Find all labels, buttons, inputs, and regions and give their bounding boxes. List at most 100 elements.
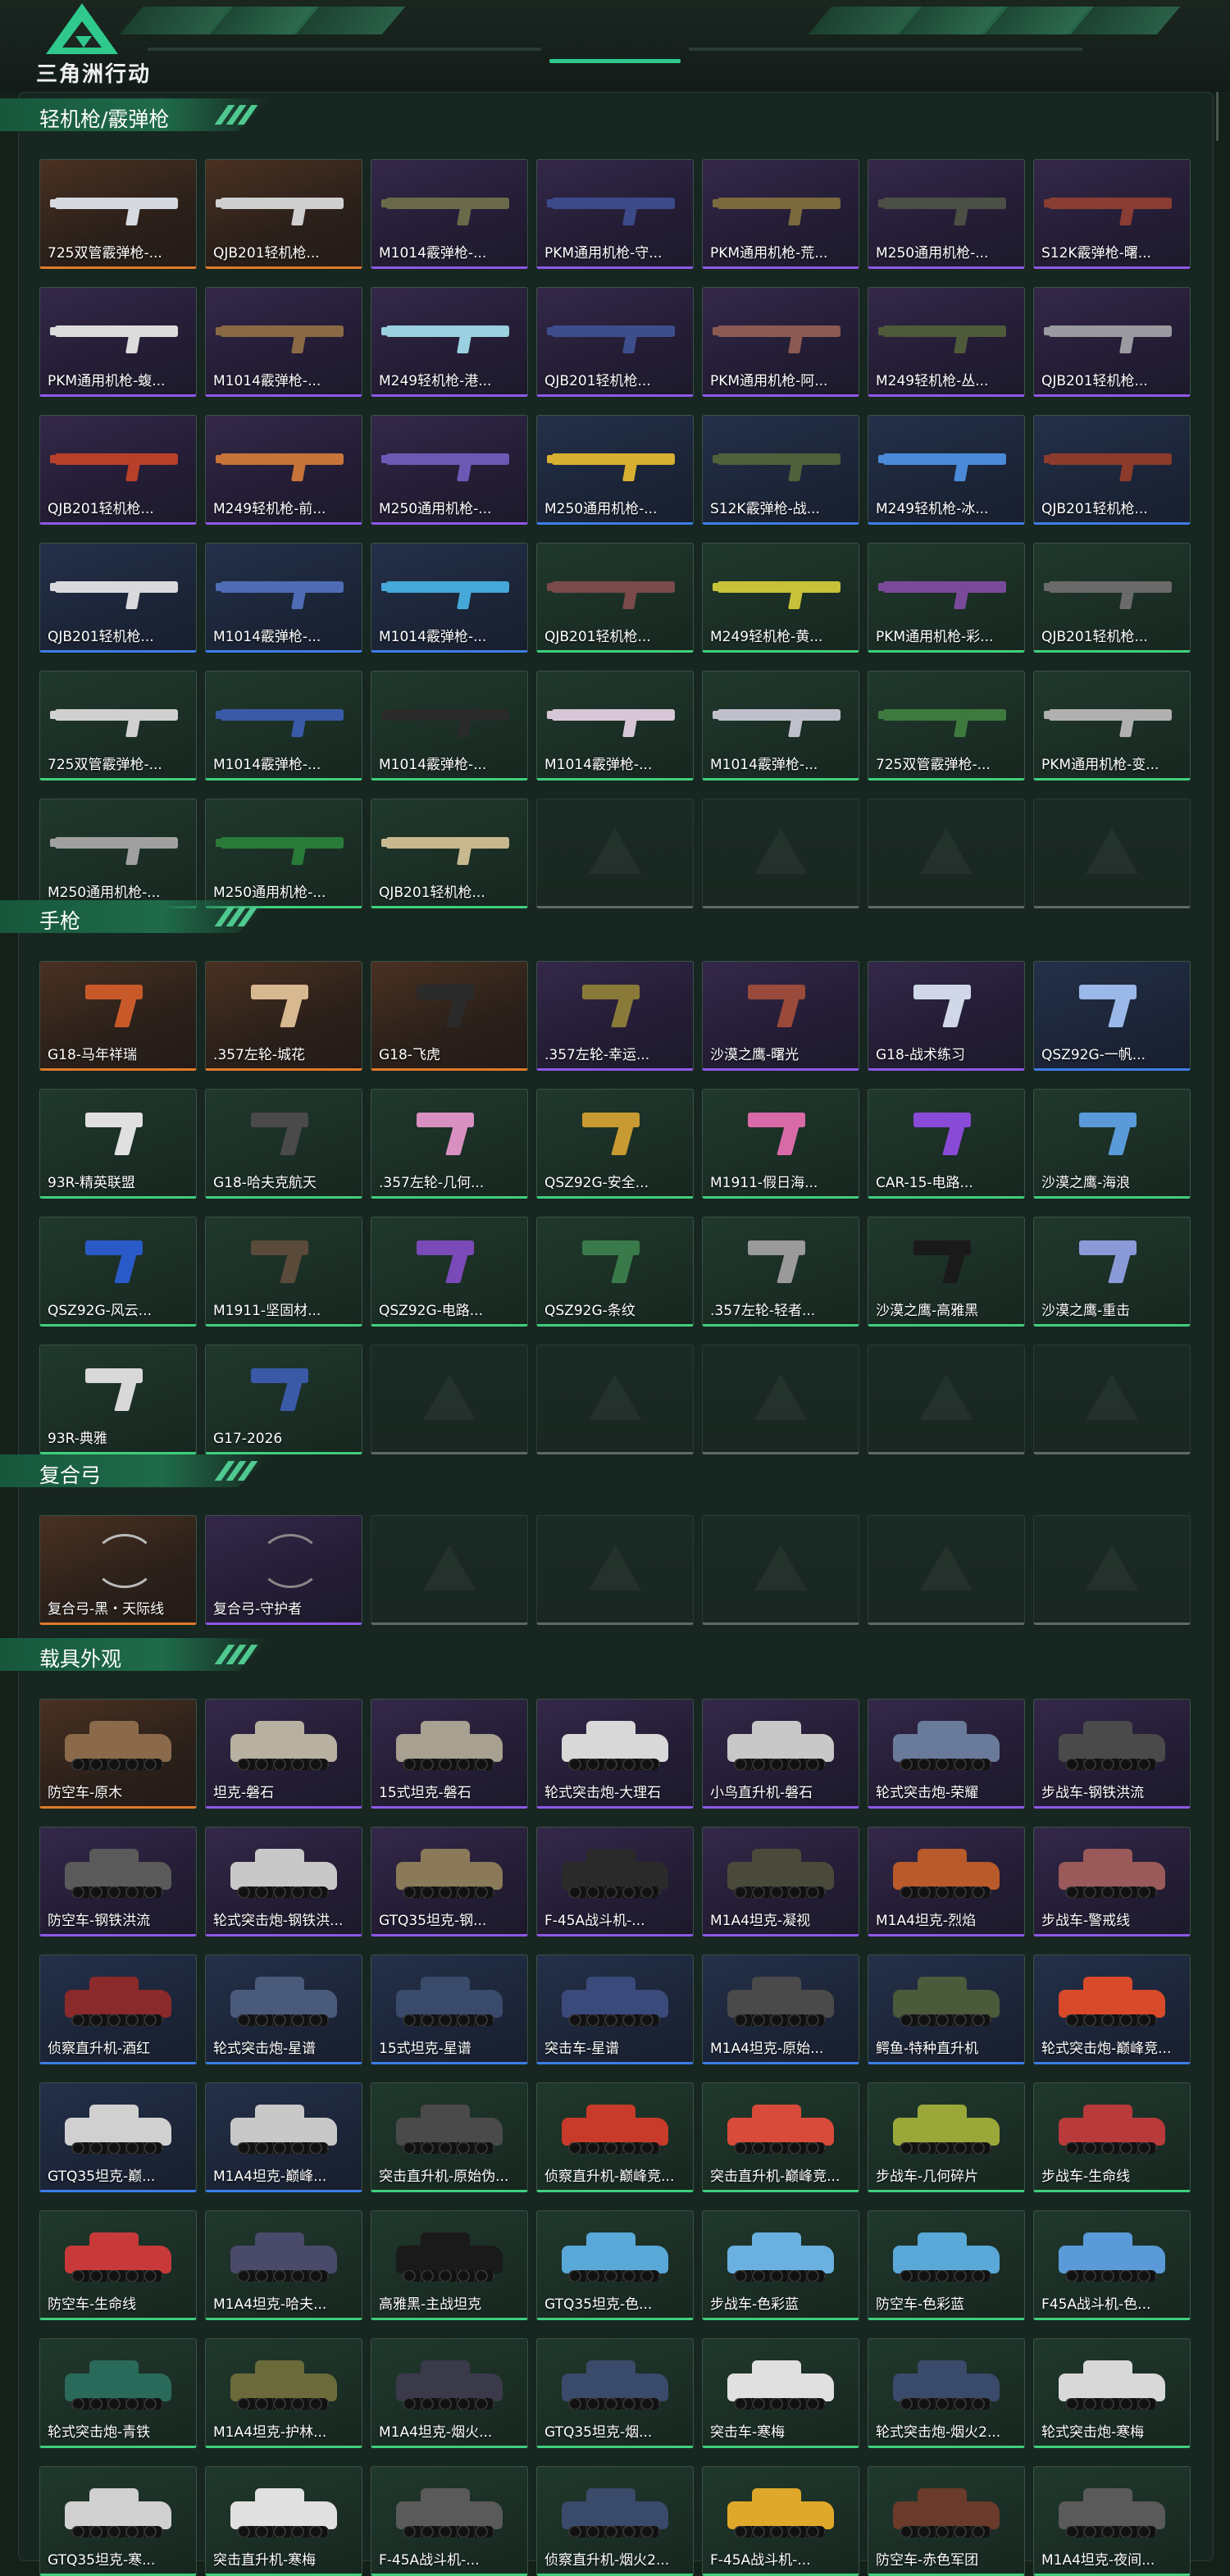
- skin-card[interactable]: M1014霰弹枪-...: [205, 287, 362, 397]
- skin-card[interactable]: QJB201轻机枪...: [536, 543, 694, 653]
- skin-card[interactable]: M1014霰弹枪-...: [371, 543, 528, 653]
- skin-card[interactable]: 防空车-色彩蓝: [868, 2210, 1025, 2320]
- skin-card[interactable]: 93R-典雅: [39, 1345, 197, 1454]
- skin-card[interactable]: G17-2026: [205, 1345, 362, 1454]
- skin-card[interactable]: M1A4坦克-巅峰...: [205, 2082, 362, 2192]
- skin-card[interactable]: GTQ35坦克-寒...: [39, 2466, 197, 2576]
- skin-card[interactable]: .357左轮-轻者...: [702, 1217, 859, 1327]
- skin-card[interactable]: 侦察直升机-巅峰竞...: [536, 2082, 694, 2192]
- skin-card[interactable]: QJB201轻机枪...: [205, 159, 362, 269]
- skin-card[interactable]: 725双管霰弹枪-...: [39, 159, 197, 269]
- skin-card[interactable]: 突击直升机-寒梅: [205, 2466, 362, 2576]
- skin-card[interactable]: GTQ35坦克-烟...: [536, 2338, 694, 2448]
- skin-card[interactable]: 突击车-星谱: [536, 1955, 694, 2064]
- skin-card[interactable]: .357左轮-几何...: [371, 1089, 528, 1199]
- skin-card[interactable]: M1014霰弹枪-...: [702, 671, 859, 781]
- skin-card[interactable]: 高雅黑-主战坦克: [371, 2210, 528, 2320]
- skin-card[interactable]: 步战车-钢铁洪流: [1033, 1699, 1191, 1809]
- skin-card[interactable]: G18-马年祥瑞: [39, 961, 197, 1071]
- skin-card[interactable]: 沙漠之鹰-海浪: [1033, 1089, 1191, 1199]
- skin-card[interactable]: .357左轮-城花: [205, 961, 362, 1071]
- skin-card[interactable]: PKM通用机枪-荒...: [702, 159, 859, 269]
- skin-card[interactable]: PKM通用机枪-彩...: [868, 543, 1025, 653]
- skin-card[interactable]: 步战车-警戒线: [1033, 1827, 1191, 1937]
- skin-card[interactable]: F-45A战斗机-...: [371, 2466, 528, 2576]
- skin-card[interactable]: M1911-坚固材...: [205, 1217, 362, 1327]
- skin-card[interactable]: M249轻机枪-丛...: [868, 287, 1025, 397]
- skin-card[interactable]: 突击车-寒梅: [702, 2338, 859, 2448]
- skin-card[interactable]: PKM通用机枪-变...: [1033, 671, 1191, 781]
- skin-card[interactable]: GTQ35坦克-巅...: [39, 2082, 197, 2192]
- skin-card[interactable]: G18-哈夫克航天: [205, 1089, 362, 1199]
- skin-card[interactable]: GTQ35坦克-钢...: [371, 1827, 528, 1937]
- skin-card[interactable]: 防空车-生命线: [39, 2210, 197, 2320]
- skin-card[interactable]: M1A4坦克-烟火...: [371, 2338, 528, 2448]
- skin-card[interactable]: PKM通用机枪-蝮...: [39, 287, 197, 397]
- skin-card[interactable]: G18-飞虎: [371, 961, 528, 1071]
- skin-card[interactable]: 侦察直升机-酒红: [39, 1955, 197, 2064]
- skin-card[interactable]: PKM通用机枪-守...: [536, 159, 694, 269]
- skin-card[interactable]: 防空车-钢铁洪流: [39, 1827, 197, 1937]
- skin-card[interactable]: M250通用机枪-...: [868, 159, 1025, 269]
- skin-card[interactable]: M250通用机枪-...: [536, 415, 694, 525]
- skin-card[interactable]: M249轻机枪-港...: [371, 287, 528, 397]
- skin-card[interactable]: 轮式突击炮-青铁: [39, 2338, 197, 2448]
- skin-card[interactable]: QJB201轻机枪...: [1033, 287, 1191, 397]
- skin-card[interactable]: 步战车-色彩蓝: [702, 2210, 859, 2320]
- skin-card[interactable]: G18-战术练习: [868, 961, 1025, 1071]
- skin-card[interactable]: 坦克-磐石: [205, 1699, 362, 1809]
- skin-card[interactable]: F-45A战斗机-...: [536, 1827, 694, 1937]
- skin-card[interactable]: 轮式突击炮-巅峰竞...: [1033, 1955, 1191, 2064]
- skin-card[interactable]: 沙漠之鹰-曙光: [702, 961, 859, 1071]
- skin-card[interactable]: 沙漠之鹰-高雅黑: [868, 1217, 1025, 1327]
- skin-card[interactable]: QJB201轻机枪...: [536, 287, 694, 397]
- skin-card[interactable]: QJB201轻机枪...: [1033, 415, 1191, 525]
- skin-card[interactable]: QJB201轻机枪...: [371, 799, 528, 908]
- skin-card[interactable]: M250通用机枪-...: [39, 799, 197, 908]
- skin-card[interactable]: QJB201轻机枪...: [39, 543, 197, 653]
- skin-card[interactable]: M249轻机枪-黄...: [702, 543, 859, 653]
- skin-card[interactable]: S12K霰弹枪-战...: [702, 415, 859, 525]
- skin-card[interactable]: QJB201轻机枪...: [39, 415, 197, 525]
- skin-card[interactable]: M1014霰弹枪-...: [371, 159, 528, 269]
- skin-card[interactable]: 小鸟直升机-磐石: [702, 1699, 859, 1809]
- skin-card[interactable]: S12K霰弹枪-曙...: [1033, 159, 1191, 269]
- skin-card[interactable]: M1014霰弹枪-...: [371, 671, 528, 781]
- skin-card[interactable]: QJB201轻机枪...: [1033, 543, 1191, 653]
- skin-card[interactable]: 突击直升机-原始伪...: [371, 2082, 528, 2192]
- skin-card[interactable]: M1911-假日海...: [702, 1089, 859, 1199]
- skin-card[interactable]: 防空车-原木: [39, 1699, 197, 1809]
- skin-card[interactable]: 15式坦克-星谱: [371, 1955, 528, 2064]
- skin-card[interactable]: QSZ92G-一帆...: [1033, 961, 1191, 1071]
- skin-card[interactable]: 侦察直升机-烟火2...: [536, 2466, 694, 2576]
- skin-card[interactable]: 防空车-赤色军团: [868, 2466, 1025, 2576]
- skin-card[interactable]: QSZ92G-电路...: [371, 1217, 528, 1327]
- skin-card[interactable]: 轮式突击炮-大理石: [536, 1699, 694, 1809]
- skin-card[interactable]: 突击直升机-巅峰竞...: [702, 2082, 859, 2192]
- skin-card[interactable]: 轮式突击炮-寒梅: [1033, 2338, 1191, 2448]
- skin-card[interactable]: 步战车-生命线: [1033, 2082, 1191, 2192]
- skin-card[interactable]: 15式坦克-磐石: [371, 1699, 528, 1809]
- skin-card[interactable]: 鳄鱼-特种直升机: [868, 1955, 1025, 2064]
- skin-card[interactable]: QSZ92G-风云...: [39, 1217, 197, 1327]
- skin-card[interactable]: 复合弓-黑・天际线: [39, 1515, 197, 1625]
- scrollbar[interactable]: [1216, 92, 1219, 141]
- skin-card[interactable]: M1A4坦克-烈焰: [868, 1827, 1025, 1937]
- skin-card[interactable]: M1A4坦克-护林...: [205, 2338, 362, 2448]
- skin-card[interactable]: 步战车-几何碎片: [868, 2082, 1025, 2192]
- skin-card[interactable]: 轮式突击炮-钢铁洪...: [205, 1827, 362, 1937]
- skin-card[interactable]: M1014霰弹枪-...: [205, 671, 362, 781]
- skin-card[interactable]: 725双管霰弹枪-...: [868, 671, 1025, 781]
- skin-card[interactable]: M249轻机枪-前...: [205, 415, 362, 525]
- skin-card[interactable]: 复合弓-守护者: [205, 1515, 362, 1625]
- skin-card[interactable]: F-45A战斗机-...: [702, 2466, 859, 2576]
- skin-card[interactable]: 93R-精英联盟: [39, 1089, 197, 1199]
- skin-card[interactable]: GTQ35坦克-色...: [536, 2210, 694, 2320]
- skin-card[interactable]: M1A4坦克-夜间...: [1033, 2466, 1191, 2576]
- skin-card[interactable]: .357左轮-幸运...: [536, 961, 694, 1071]
- skin-card[interactable]: 沙漠之鹰-重击: [1033, 1217, 1191, 1327]
- skin-card[interactable]: QSZ92G-条纹: [536, 1217, 694, 1327]
- skin-card[interactable]: F45A战斗机-色...: [1033, 2210, 1191, 2320]
- skin-card[interactable]: 轮式突击炮-星谱: [205, 1955, 362, 2064]
- skin-card[interactable]: QSZ92G-安全...: [536, 1089, 694, 1199]
